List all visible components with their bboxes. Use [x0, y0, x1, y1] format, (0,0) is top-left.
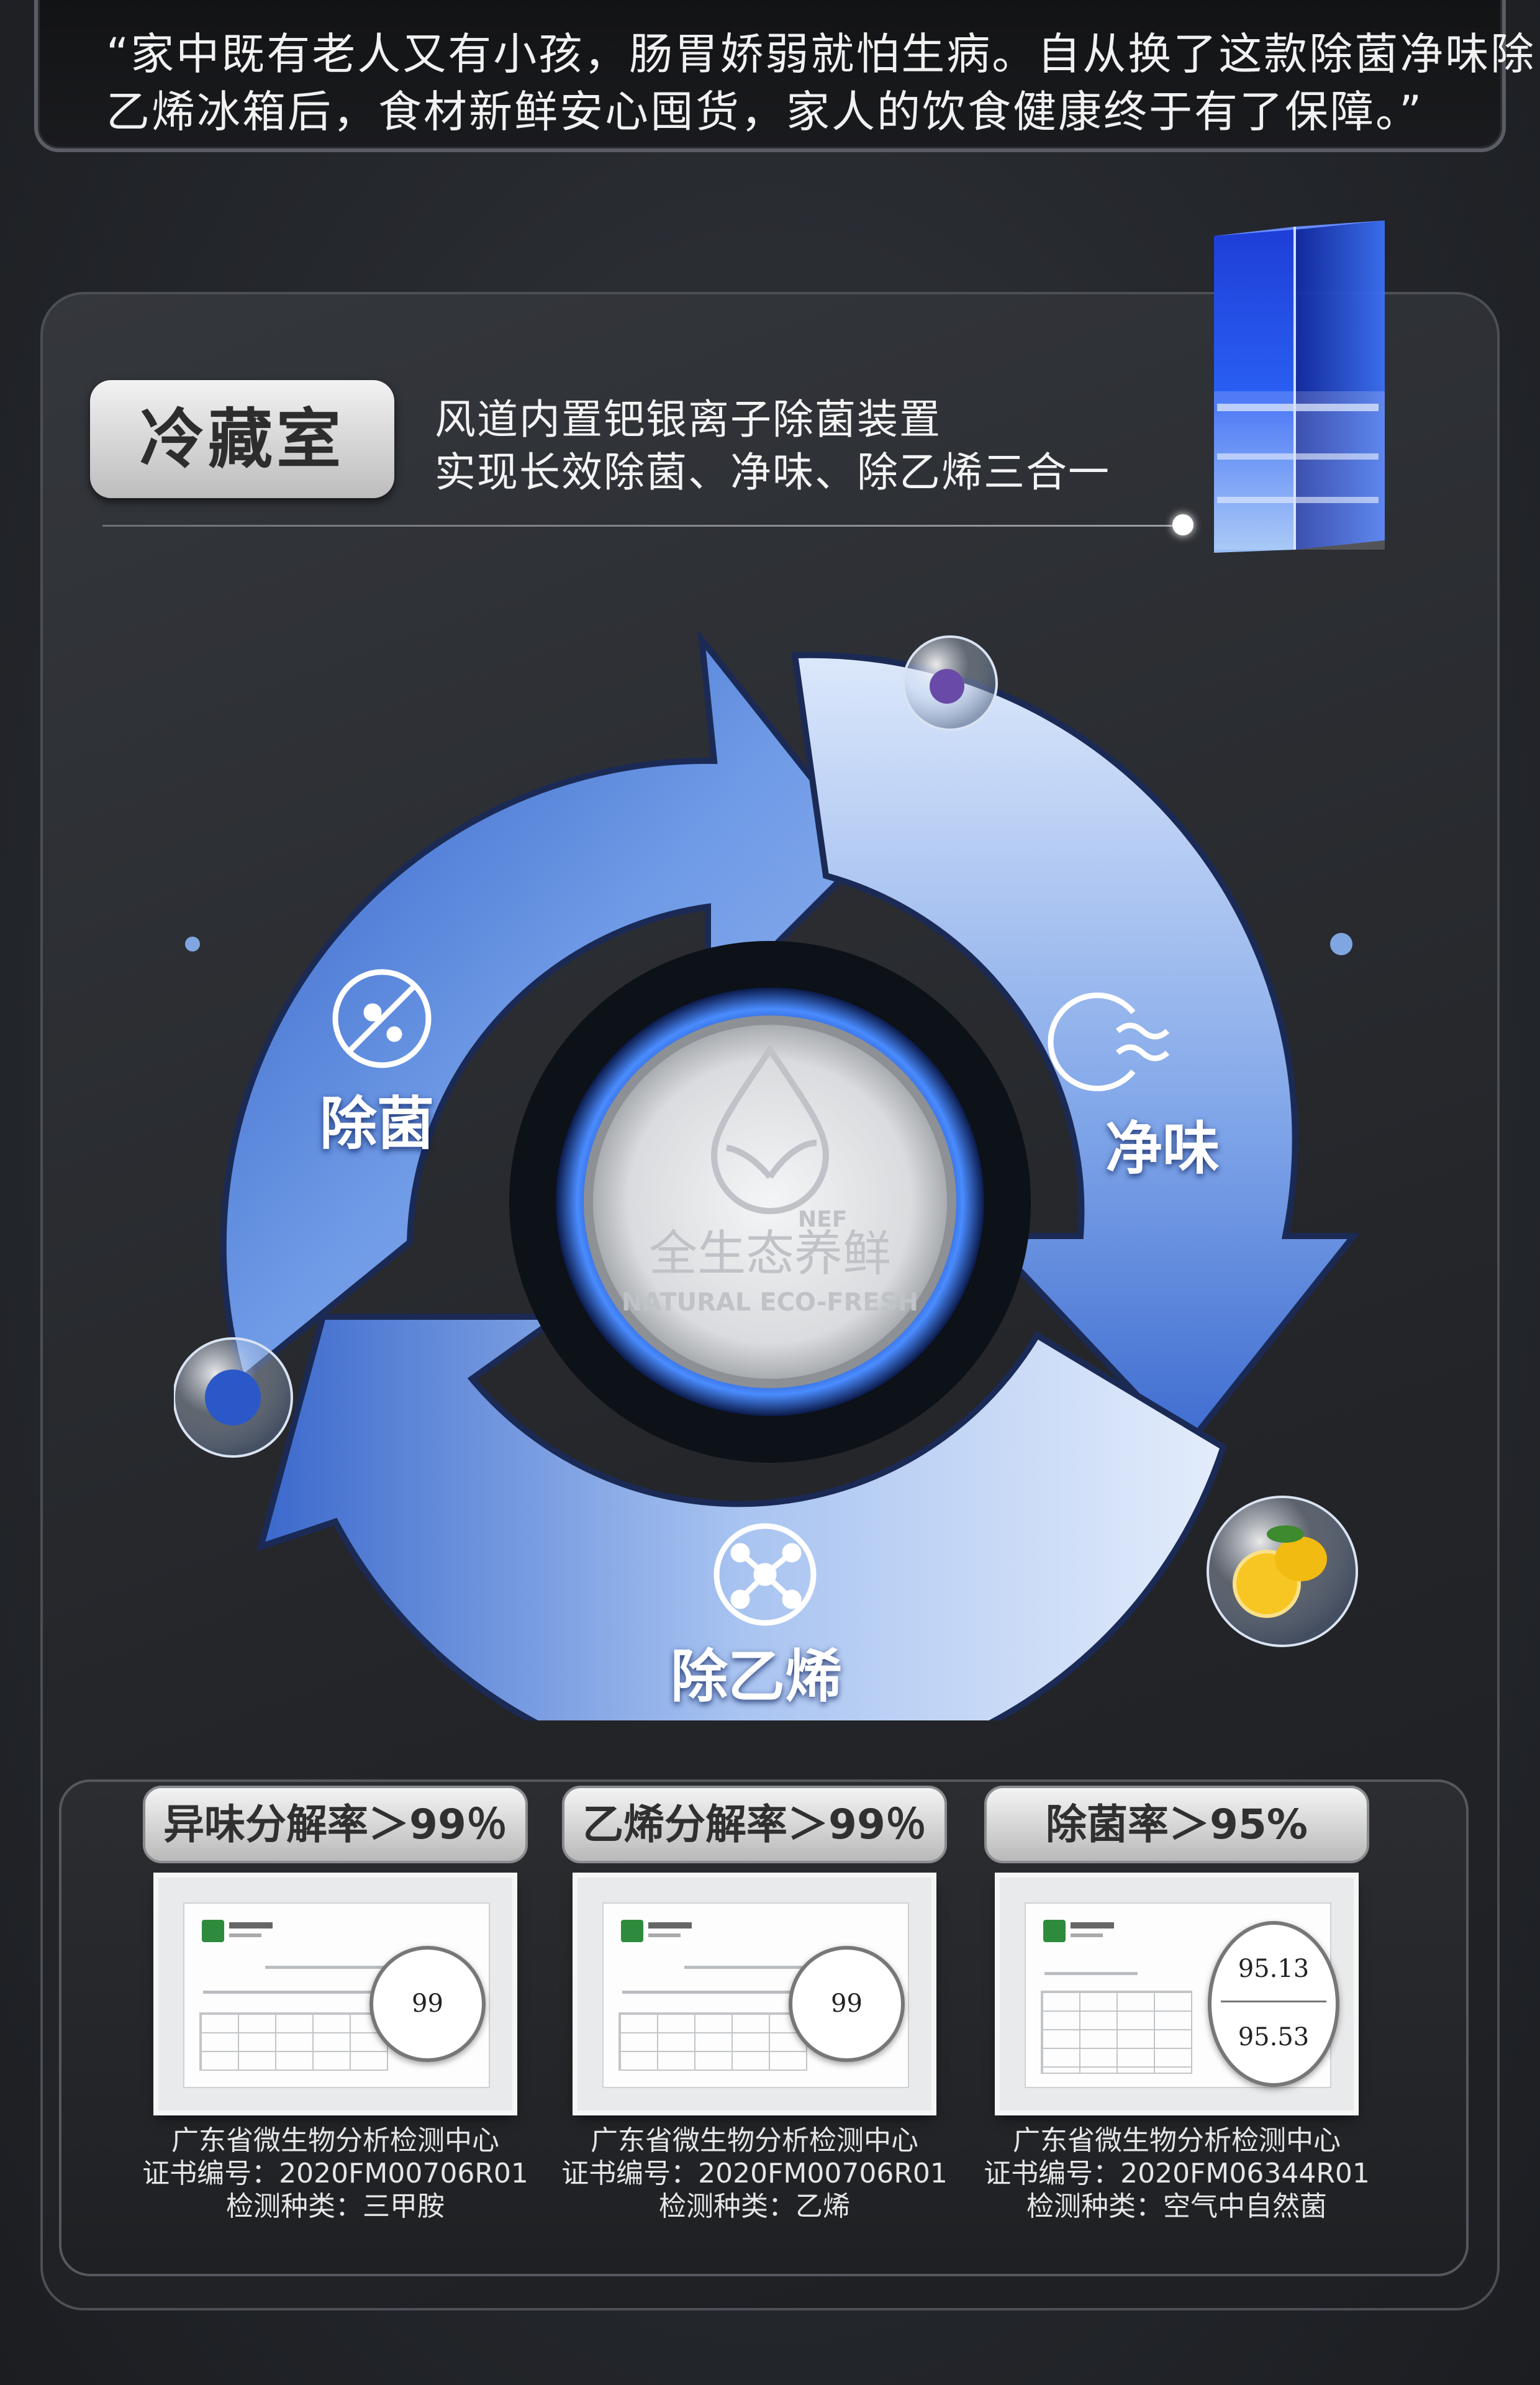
stat-lab: 广东省微生物分析检测中心 [591, 2125, 918, 2156]
center-title: 全生态养鲜 [649, 1226, 891, 1282]
feature-description-line-2: 实现长效除菌、净味、除乙烯三合一 [435, 448, 1110, 496]
stat-lab: 广东省微生物分析检测中心 [171, 2125, 499, 2156]
stat-test-type: 检测种类：三甲胺 [226, 2191, 445, 2222]
certificate-reading-2: 95.53 [1238, 2023, 1310, 2051]
feature-description-line-1: 风道内置钯银离子除菌装置 [435, 396, 941, 443]
stat-test-type: 检测种类：空气中自然菌 [1026, 2191, 1327, 2222]
certificate-image: 99 [158, 1878, 512, 2110]
lemon-bubble-icon [1207, 1496, 1358, 1647]
cycle-label-ethylene-removal: 除乙烯 [671, 1643, 843, 1710]
certificate-image: 99 [578, 1878, 931, 2110]
divider-line [102, 525, 1183, 527]
stat-cert-number: 证书编号：2020FM06344R01 [984, 2158, 1370, 2189]
bacteria-bubble-icon [902, 635, 998, 731]
compartment-tag-label: 冷藏室 [139, 401, 345, 477]
virus-bubble-icon [174, 1337, 293, 1458]
certificate-reading-1: 95.13 [1238, 1955, 1310, 1983]
certificate-magnifier: 95.13 95.53 [1208, 1921, 1339, 2087]
stat-title-pill: 乙烯分解率＞99％ [562, 1786, 947, 1863]
testimonial-line-1: “家中既有老人又有小孩，肠胃娇弱就怕生病。自从换了这款除菌净味除 [106, 29, 1536, 80]
divider-dot [1172, 514, 1194, 535]
stat-title-pill: 异味分解率＞99％ [143, 1786, 528, 1863]
testimonial-banner: “家中既有老人又有小孩，肠胃娇弱就怕生病。自从换了这款除菌净味除 乙烯冰箱后，食… [34, 0, 1534, 152]
certificate-magnifier: 99 [369, 1946, 486, 2062]
testimonial-line-2: 乙烯冰箱后，食材新鲜安心囤货，家人的饮食健康终于有了保障。” [106, 86, 1424, 137]
center-subtitle: NATURAL ECO-FRESH [622, 1288, 918, 1317]
refrigerator-illustration [1214, 220, 1385, 553]
cycle-label-deodorize: 净味 [1105, 1115, 1220, 1182]
stat-title-pill: 除菌率＞95% [984, 1786, 1369, 1863]
stat-lab: 广东省微生物分析检测中心 [1013, 2125, 1341, 2156]
stat-test-type: 检测种类：乙烯 [659, 2191, 850, 2222]
stat-title: 乙烯分解率＞99％ [582, 1801, 926, 1848]
cycle-label-sterilize: 除菌 [320, 1091, 435, 1157]
stat-cert-number: 证书编号：2020FM00706R01 [142, 2158, 528, 2189]
certificate-magnifier: 99 [789, 1946, 905, 2062]
compartment-tag: 冷藏室 [90, 380, 394, 498]
stat-title: 异味分解率＞99％ [163, 1801, 507, 1848]
stat-title: 除菌率＞95% [1046, 1801, 1308, 1848]
stat-cert-number: 证书编号：2020FM00706R01 [561, 2158, 948, 2189]
certificate-image: 95.13 95.53 [1000, 1878, 1354, 2110]
